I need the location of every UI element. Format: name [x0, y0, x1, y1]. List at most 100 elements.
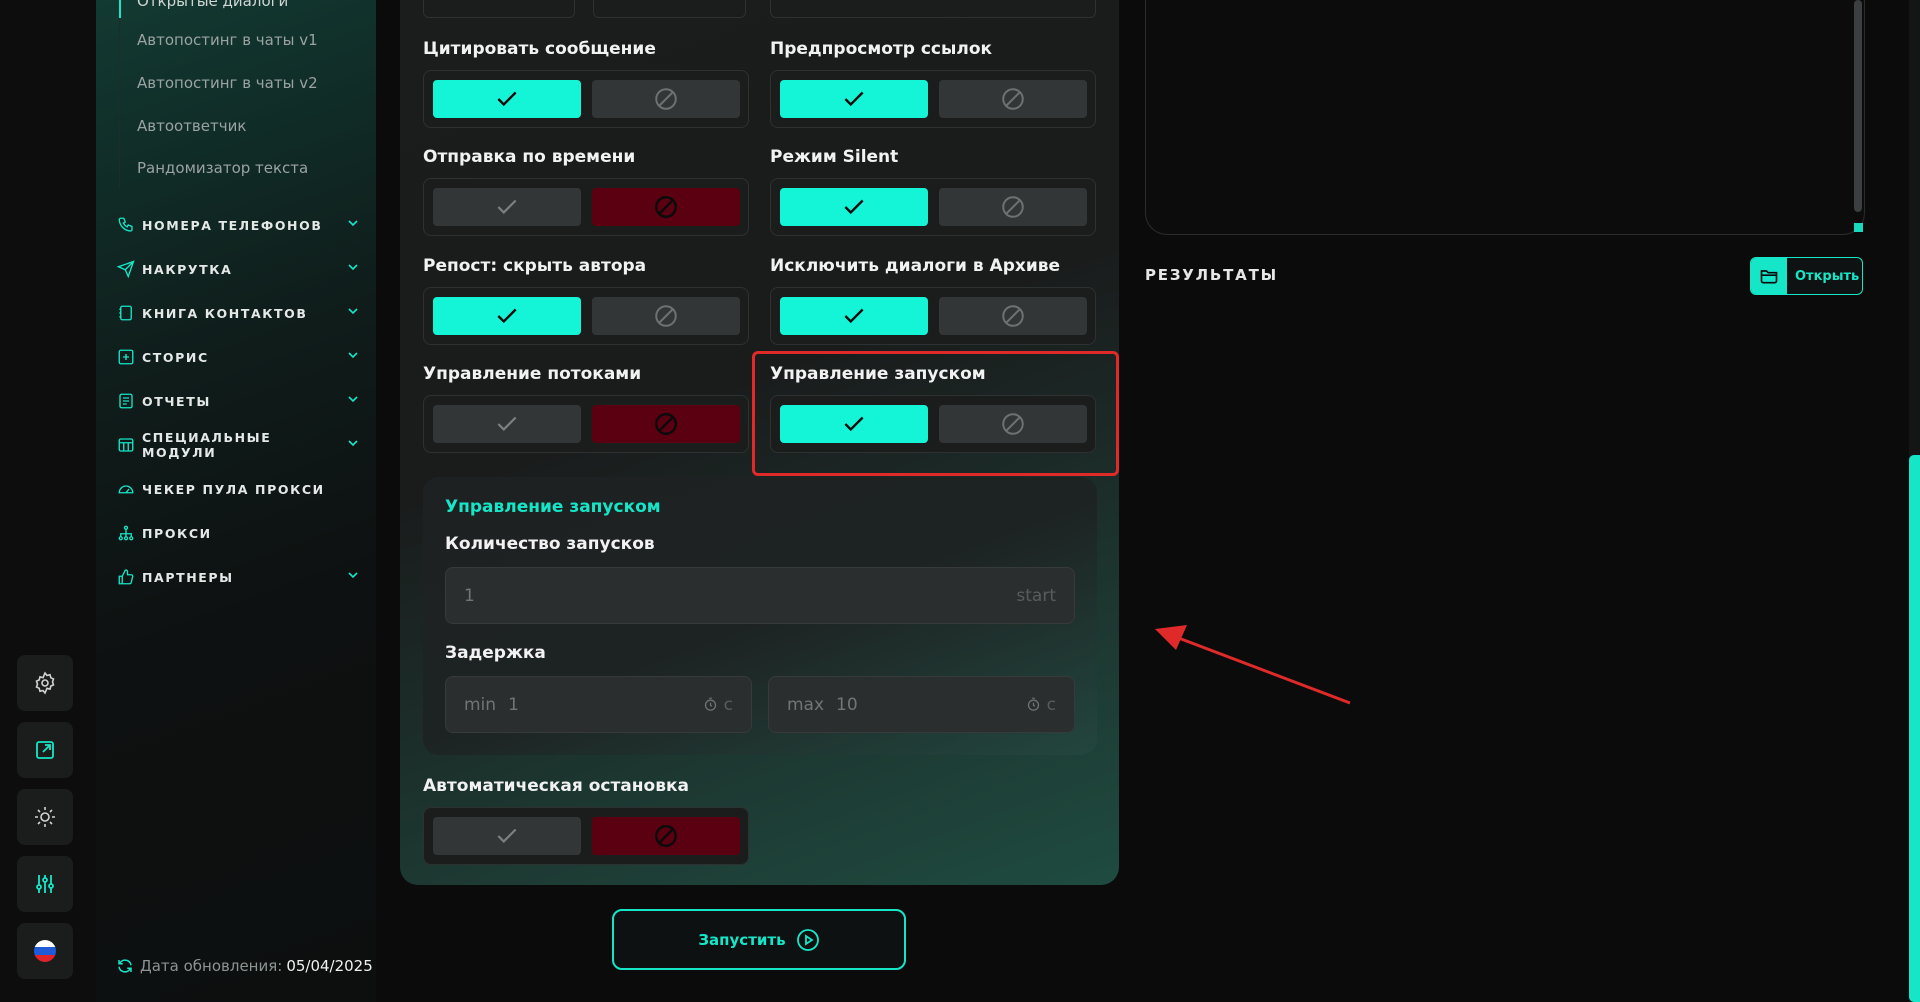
sidebar-item-proxy[interactable]: ПРОКСИ — [116, 521, 361, 545]
ban-icon — [655, 88, 677, 110]
contacts-book-icon — [119, 305, 132, 321]
chevron-down-icon — [348, 220, 358, 227]
check-icon — [844, 91, 864, 107]
repost-hide-toggle — [423, 287, 749, 345]
scheduled-yes-button[interactable] — [433, 188, 581, 226]
repost-hide-no-button[interactable] — [592, 297, 740, 335]
repost-hide-label: Репост: скрыть автора — [423, 256, 647, 276]
sidebar: Открытые диалоги Автопостинг в чаты v1 А… — [96, 0, 376, 1002]
report-icon — [119, 393, 133, 409]
sidebar-subitem-text-randomizer[interactable]: Рандомизатор текста — [137, 159, 308, 177]
check-icon — [844, 308, 864, 324]
results-title: РЕЗУЛЬТАТЫ — [1145, 266, 1278, 284]
ban-icon — [655, 196, 677, 218]
check-icon — [844, 199, 864, 215]
thumbs-up-icon — [118, 569, 134, 585]
icon-rail — [0, 0, 96, 1002]
repost-hide-yes-button[interactable] — [433, 297, 581, 335]
ban-icon — [655, 305, 677, 327]
sidebar-item-stories[interactable]: СТОРИС — [116, 345, 361, 369]
exclude-archive-toggle — [770, 287, 1096, 345]
link-preview-toggle — [770, 70, 1096, 128]
sidebar-subitem-autopost-v2[interactable]: Автопостинг в чаты v2 — [137, 74, 318, 92]
chevron-down-icon — [348, 308, 358, 315]
play-circle-icon — [796, 928, 819, 951]
send-icon — [117, 260, 135, 278]
link-preview-no-button[interactable] — [939, 80, 1087, 118]
highlight-box — [752, 351, 1119, 476]
check-icon — [497, 308, 517, 324]
auto-stop-label: Автоматическая остановка — [423, 776, 689, 796]
external-link-button[interactable] — [17, 722, 73, 778]
silent-yes-button[interactable] — [780, 188, 928, 226]
message-textarea[interactable] — [1145, 0, 1865, 235]
quote-no-button[interactable] — [592, 80, 740, 118]
sidebar-subitem-open-dialogs[interactable]: Открытые диалоги — [137, 0, 288, 10]
threads-no-button[interactable] — [592, 405, 740, 443]
previous-toggle-left — [423, 0, 575, 18]
delay-label: Задержка — [445, 643, 546, 663]
quote-yes-button[interactable] — [433, 80, 581, 118]
sidebar-item-partners[interactable]: ПАРТНЕРЫ — [116, 565, 361, 589]
previous-toggle-col2 — [770, 0, 1096, 18]
scheduled-label: Отправка по времени — [423, 147, 636, 167]
russia-flag-icon — [34, 940, 56, 962]
theme-button[interactable] — [17, 789, 73, 845]
check-icon — [497, 199, 517, 214]
quote-label: Цитировать сообщение — [423, 39, 656, 59]
delay-max-input[interactable]: max 10 с — [768, 676, 1075, 733]
delay-min-input[interactable]: min 1 с — [445, 676, 752, 733]
external-link-icon — [36, 741, 54, 759]
link-preview-yes-button[interactable] — [780, 80, 928, 118]
sliders-icon — [36, 875, 54, 893]
stopwatch-icon — [705, 697, 717, 711]
auto-stop-no-button[interactable] — [592, 817, 740, 855]
launch-control-panel: Управление запуском Количество запусков … — [423, 477, 1097, 755]
silent-toggle — [770, 178, 1096, 236]
silent-label: Режим Silent — [770, 147, 899, 167]
scheduled-no-button[interactable] — [592, 188, 740, 226]
launch-count-input[interactable]: 1 start — [445, 567, 1075, 624]
page-scrollbar[interactable] — [1909, 455, 1920, 1002]
ban-icon — [655, 825, 677, 847]
sliders-button[interactable] — [17, 856, 73, 912]
sidebar-item-proxy-checker[interactable]: ЧЕКЕР ПУЛА ПРОКСИ — [116, 477, 361, 501]
chevron-down-icon — [348, 572, 358, 579]
ban-icon — [1002, 305, 1024, 327]
quote-toggle — [423, 70, 749, 128]
settings-button[interactable] — [17, 655, 73, 711]
exclude-archive-label: Исключить диалоги в Архиве — [770, 256, 1061, 276]
link-preview-label: Предпросмотр ссылок — [770, 39, 993, 59]
sidebar-item-reports[interactable]: ОТЧЕТЫ — [116, 389, 361, 413]
threads-yes-button[interactable] — [433, 405, 581, 443]
textarea-resize-handle[interactable] — [1854, 223, 1863, 232]
sidebar-item-contacts-book[interactable]: КНИГА КОНТАКТОВ — [116, 301, 361, 325]
check-icon — [497, 828, 517, 843]
exclude-archive-yes-button[interactable] — [780, 297, 928, 335]
update-date: Дата обновления: 05/04/2025 — [116, 957, 373, 975]
stopwatch-icon — [1028, 697, 1040, 711]
chevron-down-icon — [348, 352, 358, 359]
threads-label: Управление потоками — [423, 364, 642, 384]
active-indicator — [119, 0, 121, 18]
scheduled-toggle — [423, 178, 749, 236]
exclude-archive-no-button[interactable] — [939, 297, 1087, 335]
chevron-down-icon — [348, 264, 358, 271]
textarea-scrollbar[interactable] — [1854, 0, 1862, 212]
auto-stop-yes-button[interactable] — [433, 817, 581, 855]
network-icon — [118, 525, 134, 541]
speedometer-icon — [118, 485, 134, 494]
silent-no-button[interactable] — [939, 188, 1087, 226]
refresh-icon — [118, 959, 132, 973]
run-button[interactable]: Запустить — [612, 909, 906, 970]
submenu-guide — [119, 18, 120, 188]
open-results-button[interactable]: Открыть — [1750, 257, 1863, 295]
language-button[interactable] — [17, 923, 73, 979]
sidebar-item-phone-numbers[interactable]: НОМЕРА ТЕЛЕФОНОВ — [116, 213, 361, 237]
sidebar-subitem-autoresponder[interactable]: Автоответчик — [137, 117, 246, 135]
sidebar-subitem-autopost-v1[interactable]: Автопостинг в чаты v1 — [137, 31, 318, 49]
sidebar-item-boost[interactable]: НАКРУТКА — [116, 257, 361, 281]
check-icon — [497, 91, 517, 107]
sidebar-item-special-modules[interactable]: СПЕЦИАЛЬНЫЕ МОДУЛИ — [116, 430, 361, 460]
chevron-down-icon — [348, 396, 358, 403]
